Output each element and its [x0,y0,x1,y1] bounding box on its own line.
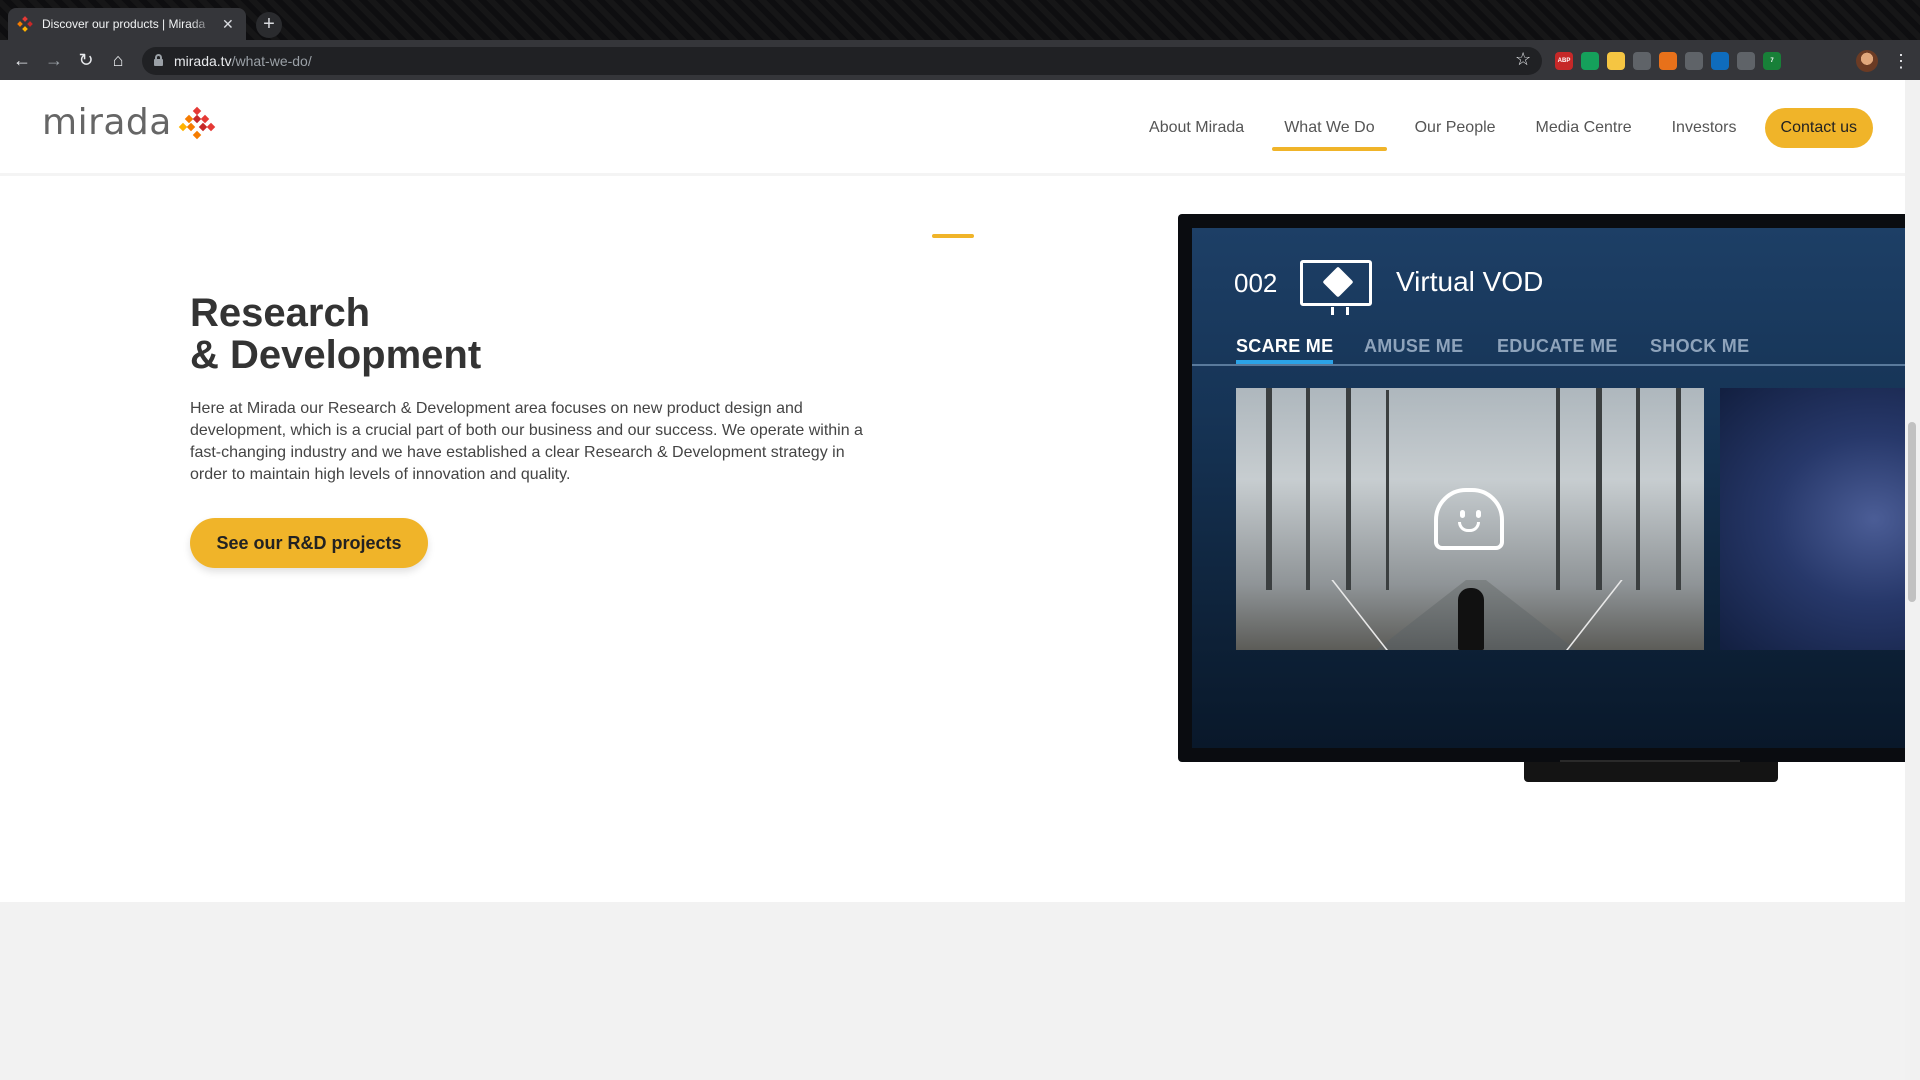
grammarly-icon[interactable] [1581,52,1599,70]
adblock-label: ABP [1557,58,1571,64]
logo-mark-icon [178,106,216,140]
bookmark-star-icon[interactable]: ☆ [1515,49,1531,70]
mirada-logo[interactable]: mirada [42,102,216,143]
footer-band [0,902,1905,1080]
dots-icon[interactable] [1737,52,1755,70]
fox-icon[interactable] [1659,52,1677,70]
nav-our-people[interactable]: Our People [1415,109,1496,147]
ghost-icon [1434,488,1504,550]
chat-icon[interactable] [1685,52,1703,70]
url-text[interactable]: mirada.tv/what-we-do/ [174,53,312,69]
main-nav: About Mirada What We Do Our People Media… [1109,108,1873,151]
person-silhouette [1458,588,1484,650]
tab-title: Discover our products | Mirada [42,17,206,31]
vod-poster-forest [1236,388,1704,650]
vod-tab-educate-me: EDUCATE ME [1497,336,1618,356]
adblock-icon[interactable]: ABP [1555,52,1573,70]
address-bar[interactable] [142,47,1542,75]
lock-icon[interactable] [154,54,163,66]
vod-title: Virtual VOD [1396,266,1544,297]
contact-us-button[interactable]: Contact us [1764,108,1873,148]
nav-media-centre[interactable]: Media Centre [1536,109,1632,147]
back-arrow-icon[interactable]: ← [10,48,34,72]
browser-menu-icon[interactable]: ⋮ [1892,50,1910,72]
title-line-2: & Development [190,333,482,377]
rd-projects-button[interactable]: See our R&D projects [190,518,428,568]
notes-icon[interactable] [1607,52,1625,70]
target-icon[interactable] [1633,52,1651,70]
outlook-icon[interactable] [1711,52,1729,70]
vod-tab-scare-me: SCARE ME [1236,336,1334,364]
url-path: /what-we-do/ [231,53,312,69]
page-scrollbar[interactable] [1905,80,1920,1080]
channel-number: 002 [1234,268,1278,298]
vod-tabs: SCARE ME AMUSE ME EDUCATE ME SHOCK ME [1192,336,1918,366]
site-header: mirada About Mirada What We Do Our Peopl… [0,80,1905,176]
section-body: Here at Mirada our Research & Developmen… [190,400,863,483]
vod-poster-next [1720,388,1918,650]
profile-avatar[interactable] [1856,50,1878,72]
scrollbar-thumb[interactable] [1908,422,1916,602]
nav-about-mirada[interactable]: About Mirada [1149,109,1244,147]
url-domain: mirada.tv [174,53,232,69]
badge-icon[interactable]: 7 [1763,52,1781,70]
section-accent-line [932,234,974,238]
browser-tab[interactable]: Discover our products | Mirada ✕ [8,8,246,40]
tv-stand [1524,762,1778,782]
logo-text: mirada [42,102,172,143]
browser-tabstrip: Discover our products | Mirada ✕ + [0,0,1920,40]
new-tab-button[interactable]: + [256,12,282,38]
home-icon[interactable]: ⌂ [106,48,130,72]
mirada-favicon-icon [17,16,33,32]
tv-illustration: 002 Virtual VOD SCARE ME AMUSE ME EDUCAT… [1178,214,1918,762]
vod-tab-shock-me: SHOCK ME [1650,336,1750,356]
reload-icon[interactable]: ↻ [74,48,98,72]
nav-what-we-do[interactable]: What We Do [1272,109,1388,151]
badge-label: 7 [1770,58,1774,64]
tv-screen: 002 Virtual VOD SCARE ME AMUSE ME EDUCAT… [1192,228,1918,748]
section-title: Research & Development [190,292,481,376]
forward-arrow-icon[interactable]: → [42,48,66,72]
title-line-1: Research [190,291,371,335]
tab-close-icon[interactable]: ✕ [222,16,234,33]
nav-investors[interactable]: Investors [1672,109,1737,147]
vod-tab-amuse-me: AMUSE ME [1364,336,1464,356]
tv-ticket-icon [1300,260,1372,315]
